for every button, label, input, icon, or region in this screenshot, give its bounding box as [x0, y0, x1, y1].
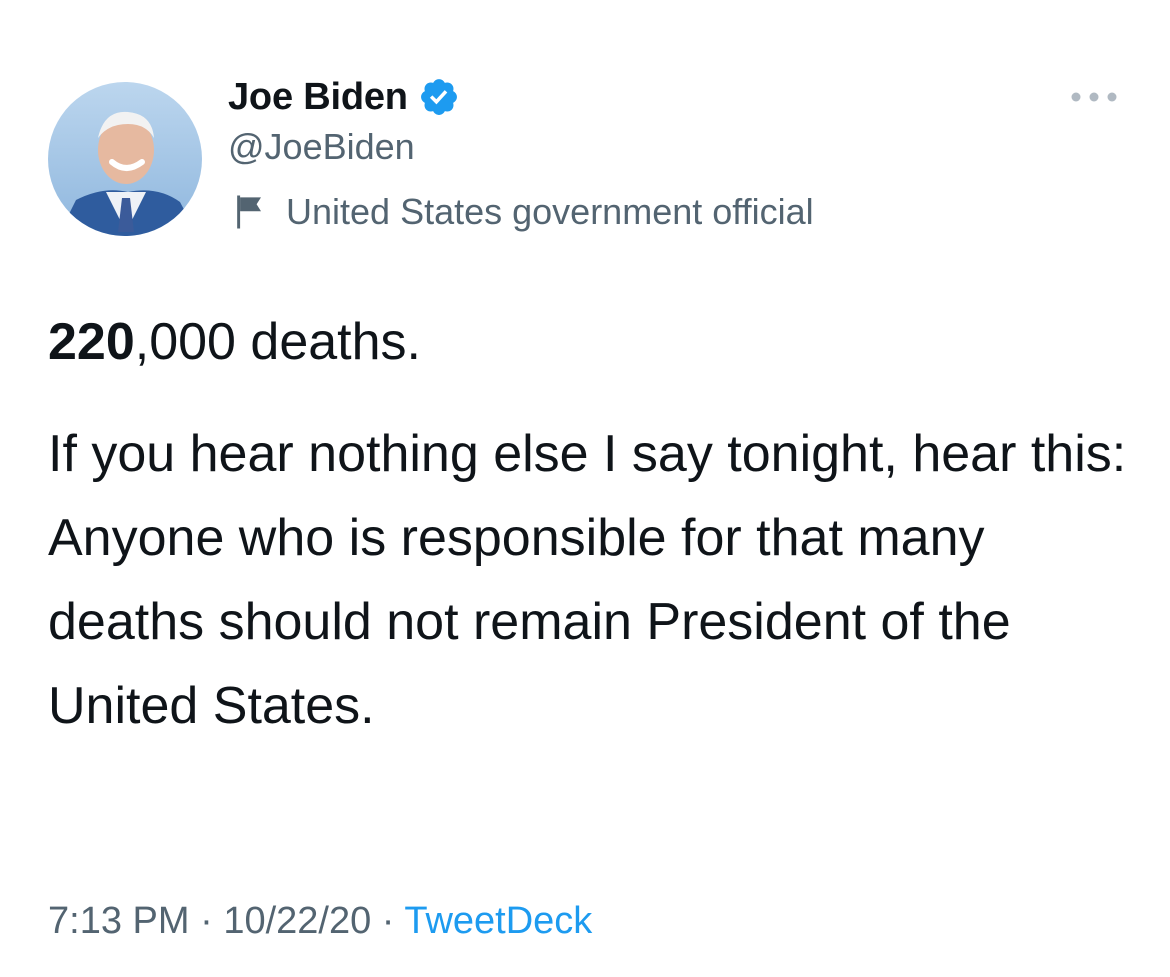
- government-label-text: United States government official: [286, 191, 814, 232]
- tweet-lead-rest: ,000 deaths.: [134, 313, 421, 371]
- flag-icon: [228, 190, 272, 234]
- tweet-lead: 220,000 deaths.: [48, 306, 421, 378]
- meta-separator: ·: [200, 900, 213, 942]
- author-handle[interactable]: @JoeBiden: [228, 126, 415, 168]
- avatar-image: [48, 82, 202, 236]
- meta-separator: ·: [381, 900, 395, 942]
- tweet-date[interactable]: 10/22/20: [223, 900, 371, 942]
- verified-badge-icon: [418, 76, 460, 118]
- more-options-icon[interactable]: [1066, 82, 1122, 112]
- tweet-time[interactable]: 7:13 PM: [48, 900, 190, 942]
- display-name[interactable]: Joe Biden: [228, 76, 408, 119]
- avatar[interactable]: [48, 82, 202, 236]
- tweet-body: If you hear nothing else I say tonight, …: [48, 425, 1127, 735]
- tweet-source-link[interactable]: TweetDeck: [404, 900, 592, 942]
- government-label[interactable]: United States government official: [228, 190, 814, 234]
- tweet-meta: 7:13 PM · 10/22/20 · TweetDeck: [48, 900, 592, 943]
- author-name-row: Joe Biden: [228, 70, 460, 124]
- tweet-lead-bold: 220: [48, 313, 135, 371]
